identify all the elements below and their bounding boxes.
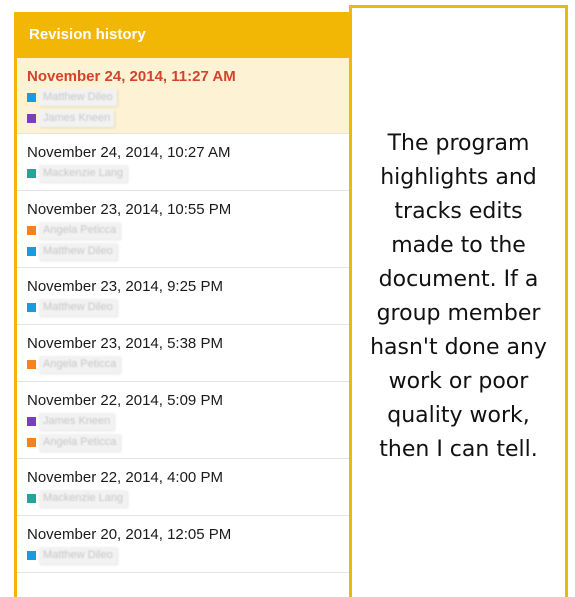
editor-color-swatch [27,114,36,123]
editor-entry: Mackenzie Lang [27,164,349,183]
editor-name: Matthew Dileo [39,547,117,564]
editor-entry: James Kneen [27,109,349,128]
editor-name: Matthew Dileo [39,299,117,316]
revision-item[interactable]: November 22, 2014, 4:00 PM Mackenzie Lan… [17,459,349,516]
editor-color-swatch [27,417,36,426]
editor-name: Mackenzie Lang [39,490,128,507]
editor-color-swatch [27,438,36,447]
editor-color-swatch [27,247,36,256]
revision-timestamp: November 20, 2014, 12:05 PM [27,526,232,543]
editor-color-swatch [27,226,36,235]
revision-history-panel: Revision history November 24, 2014, 11:2… [14,12,350,597]
editor-name: Mackenzie Lang [39,165,128,182]
revision-item[interactable]: November 24, 2014, 11:27 AM Matthew Dile… [17,58,349,134]
revision-timestamp: November 23, 2014, 9:25 PM [27,278,223,295]
revision-item[interactable]: November 24, 2014, 10:27 AM Mackenzie La… [17,134,349,191]
editor-entry: Matthew Dileo [27,242,349,261]
editor-color-swatch [27,494,36,503]
editor-name: Angela Peticca [39,356,121,373]
revision-item[interactable]: November 23, 2014, 5:38 PM Angela Peticc… [17,325,349,382]
caption-text: The program highlights and tracks edits … [370,130,547,462]
caption-box: The program highlights and tracks edits … [349,5,568,597]
editor-entry: Matthew Dileo [27,88,349,107]
editor-name: Matthew Dileo [39,243,117,260]
revision-timestamp: November 23, 2014, 10:55 PM [27,201,232,218]
revision-timestamp: November 22, 2014, 4:00 PM [27,469,223,486]
revision-item[interactable]: November 23, 2014, 9:25 PM Matthew Dileo [17,268,349,325]
editor-color-swatch [27,93,36,102]
editor-color-swatch [27,551,36,560]
revision-timestamp: November 24, 2014, 10:27 AM [27,144,231,161]
editor-name: Angela Peticca [39,222,121,239]
panel-title: Revision history [17,12,349,58]
revision-timestamp: November 23, 2014, 5:38 PM [27,335,223,352]
revision-item[interactable]: November 23, 2014, 10:55 PM Angela Petic… [17,191,349,268]
editor-name: James Kneen [39,110,115,127]
revision-item[interactable]: November 20, 2014, 12:05 PM Matthew Dile… [17,516,349,573]
revision-item[interactable]: November 22, 2014, 5:09 PM James Kneen A… [17,382,349,459]
editor-color-swatch [27,303,36,312]
revision-timestamp: November 24, 2014, 11:27 AM [27,68,236,85]
editor-entry: Matthew Dileo [27,298,349,317]
editor-entry: Angela Peticca [27,221,349,240]
editor-entry: Angela Peticca [27,433,349,452]
revision-timestamp: November 22, 2014, 5:09 PM [27,392,223,409]
editor-color-swatch [27,169,36,178]
editor-entry: Angela Peticca [27,355,349,374]
editor-entry: Mackenzie Lang [27,489,349,508]
editor-name: James Kneen [39,413,115,430]
editor-entry: Matthew Dileo [27,546,349,565]
editor-entry: James Kneen [27,412,349,431]
editor-name: Angela Peticca [39,434,121,451]
editor-color-swatch [27,360,36,369]
editor-name: Matthew Dileo [39,89,117,106]
